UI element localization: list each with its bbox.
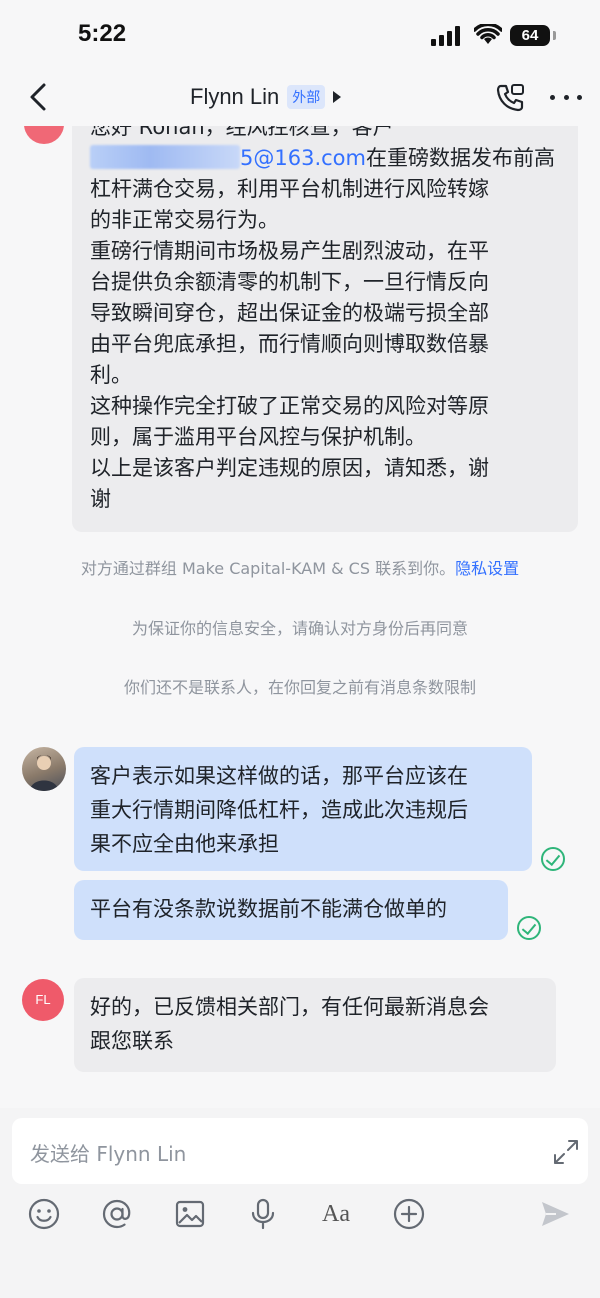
composer-toolbar: Aa [0, 1196, 600, 1240]
outgoing-message[interactable]: 平台有没条款说数据前不能满仓做单的 [74, 880, 508, 940]
caret-right-icon [333, 91, 342, 103]
message-limit-notice: 你们还不是联系人，在你回复之前有消息条数限制 [123, 678, 476, 697]
incoming-message[interactable]: 好的，已反馈相关部门，有任何最新消息会 跟您联系 [74, 978, 556, 1072]
avatar[interactable] [24, 126, 64, 144]
message-text: 平台有没条款说数据前不能满仓做单的 [90, 897, 447, 921]
read-check-icon [517, 916, 541, 940]
signal-icon [431, 26, 460, 46]
chat-title-button[interactable]: Flynn Lin 外部 [190, 82, 342, 112]
chat-header: Flynn Lin 外部 [0, 70, 600, 126]
chat-title: Flynn Lin [190, 84, 280, 109]
avatar[interactable]: FL [22, 979, 64, 1021]
message-text: 好的，已反馈相关部门，有任何最新消息会 跟您联系 [90, 995, 489, 1053]
emoji-icon[interactable] [26, 1196, 62, 1232]
status-time: 5:22 [78, 20, 127, 47]
privacy-settings-link[interactable]: 隐私设置 [455, 559, 519, 578]
wifi-icon [474, 24, 502, 44]
message-text: 客户表示如果这样做的话，那平台应该在 重大行情期间降低杠杆，造成此次违规后 果不… [90, 764, 468, 856]
expand-icon[interactable] [552, 1138, 580, 1166]
battery-tip [553, 31, 556, 40]
group-notice-text: 对方通过群组 Make Capital-KAM & CS 联系到你。 [80, 559, 456, 578]
send-icon[interactable] [537, 1196, 573, 1232]
add-icon[interactable] [391, 1196, 427, 1232]
group-notice: 对方通过群组 Make Capital-KAM & CS 联系到你。隐私设置 [0, 555, 600, 579]
back-icon[interactable] [26, 82, 54, 112]
message-input-placeholder: 发送给 Flynn Lin [30, 1142, 187, 1166]
text-format-label: Aa [322, 1200, 350, 1227]
message-input[interactable]: 发送给 Flynn Lin [12, 1118, 588, 1184]
image-icon[interactable] [172, 1196, 208, 1232]
composer: 发送给 Flynn Lin Aa [0, 1108, 600, 1298]
redacted-email [90, 145, 240, 169]
outgoing-message[interactable]: 客户表示如果这样做的话，那平台应该在 重大行情期间降低杠杆，造成此次违规后 果不… [74, 747, 532, 871]
message-text: 在重磅数据发布前高 杠杆满仓交易，利用平台机制进行风险转嫁 的非正常交易行为。 … [90, 146, 555, 511]
avatar[interactable] [22, 747, 66, 791]
incoming-message[interactable]: 您好 Ronan，经风控核查，客户 5@163.com在重磅数据发布前高 杠杆满… [72, 126, 578, 532]
microphone-icon[interactable] [245, 1196, 281, 1232]
battery-icon: 64 [510, 25, 550, 46]
mention-icon[interactable] [99, 1196, 135, 1232]
read-check-icon [541, 847, 565, 871]
security-notice: 为保证你的信息安全，请确认对方身份后再同意 [131, 619, 468, 638]
chat-message-list[interactable]: 您好 Ronan，经风控核查，客户 5@163.com在重磅数据发布前高 杠杆满… [0, 126, 600, 1106]
email-link[interactable]: 5@163.com [240, 146, 366, 170]
external-badge: 外部 [287, 85, 326, 109]
phone-call-icon[interactable] [494, 82, 526, 114]
text-format-icon[interactable]: Aa [318, 1196, 354, 1232]
more-icon[interactable] [550, 95, 582, 101]
message-text: 您好 Ronan，经风控核查，客户 [90, 126, 394, 139]
status-bar: 5:22 64 [0, 0, 600, 70]
